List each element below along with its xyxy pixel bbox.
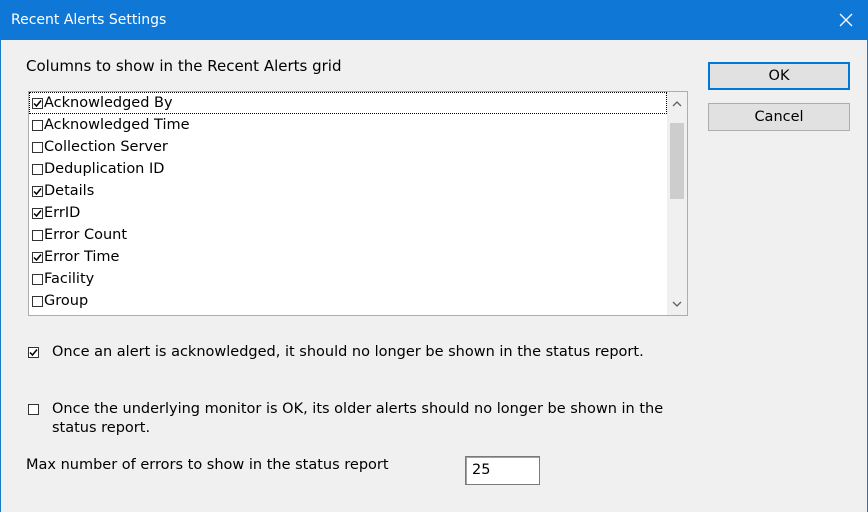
column-label: Error Count xyxy=(44,227,128,243)
column-label: Details xyxy=(44,183,95,199)
list-item[interactable]: Error Time xyxy=(29,246,667,268)
column-label: Deduplication ID xyxy=(44,161,165,177)
column-checkbox[interactable] xyxy=(32,163,43,175)
column-label: Group xyxy=(44,293,89,309)
column-checkbox[interactable] xyxy=(32,207,43,219)
list-item[interactable]: Deduplication ID xyxy=(29,158,667,180)
checkmark-icon xyxy=(33,187,42,195)
column-checkbox[interactable] xyxy=(32,185,43,197)
column-label: Error Time xyxy=(44,249,120,265)
hide-acknowledged-option[interactable]: Once an alert is acknowledged, it should… xyxy=(28,343,692,362)
columns-listbox[interactable]: Acknowledged By Acknowledged Time Collecti… xyxy=(28,91,688,316)
window-frame-left xyxy=(0,0,1,512)
title-bar[interactable]: Recent Alerts Settings xyxy=(0,0,868,40)
window-title: Recent Alerts Settings xyxy=(11,12,167,28)
column-checkbox[interactable] xyxy=(32,295,43,307)
columns-section-label: Columns to show in the Recent Alerts gri… xyxy=(26,57,342,75)
column-checkbox[interactable] xyxy=(32,141,43,153)
list-item[interactable]: Collection Server xyxy=(29,136,667,158)
chevron-up-icon xyxy=(672,100,682,106)
checkmark-icon xyxy=(33,253,42,261)
list-item[interactable]: Details xyxy=(29,180,667,202)
checkmark-icon xyxy=(33,209,42,217)
column-checkbox[interactable] xyxy=(32,251,43,263)
ok-button[interactable]: OK xyxy=(708,62,850,90)
column-checkbox[interactable] xyxy=(32,273,43,285)
hide-acknowledged-label: Once an alert is acknowledged, it should… xyxy=(52,344,644,360)
scroll-down-button[interactable] xyxy=(667,295,687,313)
list-item[interactable]: Acknowledged Time xyxy=(29,114,667,136)
list-item[interactable]: Group xyxy=(29,290,667,312)
column-checkbox[interactable] xyxy=(32,97,43,109)
column-label: Acknowledged Time xyxy=(44,117,190,133)
columns-list: Acknowledged By Acknowledged Time Collecti… xyxy=(29,92,667,312)
column-label: Acknowledged By xyxy=(44,95,173,111)
chevron-down-icon xyxy=(672,301,682,307)
list-item[interactable]: Acknowledged By xyxy=(29,92,667,114)
close-icon xyxy=(839,13,853,27)
close-button[interactable] xyxy=(824,0,868,40)
hide-when-monitor-ok-label: Once the underlying monitor is OK, its o… xyxy=(52,401,664,436)
list-item[interactable]: ErrID xyxy=(29,202,667,224)
scroll-thumb[interactable] xyxy=(670,123,684,199)
hide-when-monitor-ok-option[interactable]: Once the underlying monitor is OK, its o… xyxy=(28,400,692,438)
cancel-button[interactable]: Cancel xyxy=(708,103,850,131)
listbox-scrollbar[interactable] xyxy=(667,92,687,315)
column-checkbox[interactable] xyxy=(32,229,43,241)
column-label: Facility xyxy=(44,271,95,287)
list-item[interactable]: Error Count xyxy=(29,224,667,246)
checkmark-icon xyxy=(29,349,38,357)
column-checkbox[interactable] xyxy=(32,119,43,131)
scroll-up-button[interactable] xyxy=(667,94,687,112)
max-errors-label: Max number of errors to show in the stat… xyxy=(26,457,389,473)
checkmark-icon xyxy=(33,99,42,107)
hide-acknowledged-checkbox[interactable] xyxy=(28,347,39,358)
column-label: Collection Server xyxy=(44,139,168,155)
hide-when-monitor-ok-checkbox[interactable] xyxy=(28,404,39,415)
max-errors-input[interactable]: 25 xyxy=(465,456,540,485)
column-label: ErrID xyxy=(44,205,81,221)
list-item[interactable]: Facility xyxy=(29,268,667,290)
